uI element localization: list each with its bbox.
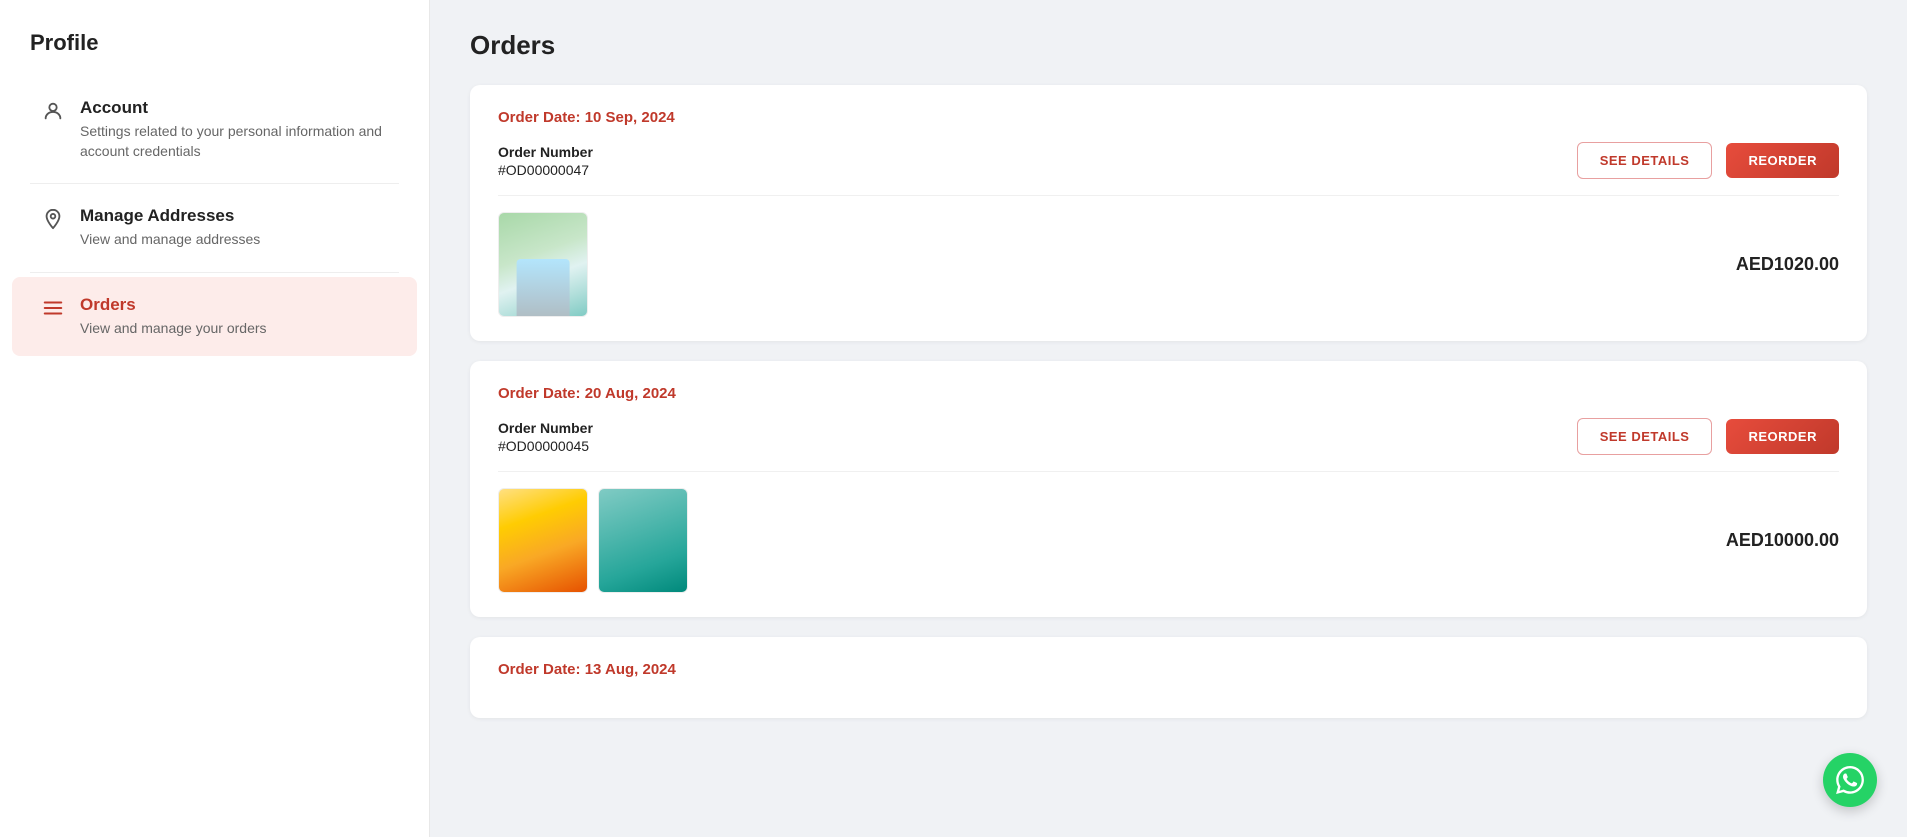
manage-addresses-label: Manage Addresses bbox=[80, 206, 260, 226]
main-content: Orders Order Date: 10 Sep, 2024 Order Nu… bbox=[430, 0, 1907, 837]
whatsapp-icon bbox=[1836, 766, 1864, 794]
reorder-button-2[interactable]: REORDER bbox=[1726, 419, 1839, 454]
order-card-3: Order Date: 13 Aug, 2024 bbox=[470, 637, 1867, 718]
sidebar: Profile Account Settings related to your… bbox=[0, 0, 430, 837]
sidebar-item-orders[interactable]: Orders View and manage your orders bbox=[12, 277, 417, 357]
order-product-image-2a bbox=[498, 488, 588, 593]
order-product-image-2b bbox=[598, 488, 688, 593]
see-details-button-1[interactable]: SEE DETAILS bbox=[1577, 142, 1713, 179]
order-number-label-2: Order Number bbox=[498, 420, 593, 436]
order-total-2: AED10000.00 bbox=[1726, 530, 1839, 551]
order-actions-2: SEE DETAILS REORDER bbox=[1577, 418, 1839, 455]
account-desc: Settings related to your personal inform… bbox=[80, 122, 387, 161]
order-row-2: Order Number #OD00000045 SEE DETAILS REO… bbox=[498, 418, 1839, 455]
order-card-1: Order Date: 10 Sep, 2024 Order Number #O… bbox=[470, 85, 1867, 341]
order-images-2 bbox=[498, 488, 688, 593]
order-date-2: Order Date: 20 Aug, 2024 bbox=[498, 385, 1839, 402]
list-icon bbox=[42, 297, 64, 325]
order-number-value-2: #OD00000045 bbox=[498, 438, 593, 454]
sidebar-item-account[interactable]: Account Settings related to your persona… bbox=[12, 80, 417, 179]
sidebar-item-manage-addresses[interactable]: Manage Addresses View and manage address… bbox=[12, 188, 417, 268]
order-row-1: Order Number #OD00000047 SEE DETAILS REO… bbox=[498, 142, 1839, 179]
order-bottom-row-1: AED1020.00 bbox=[498, 212, 1839, 317]
order-date-1: Order Date: 10 Sep, 2024 bbox=[498, 109, 1839, 126]
order-images-1 bbox=[498, 212, 588, 317]
order-number-label-1: Order Number bbox=[498, 144, 593, 160]
manage-addresses-desc: View and manage addresses bbox=[80, 230, 260, 250]
sidebar-title: Profile bbox=[0, 20, 429, 76]
reorder-button-1[interactable]: REORDER bbox=[1726, 143, 1839, 178]
order-divider-2 bbox=[498, 471, 1839, 472]
order-number-block-1: Order Number #OD00000047 bbox=[498, 144, 593, 178]
order-divider-1 bbox=[498, 195, 1839, 196]
order-card-2: Order Date: 20 Aug, 2024 Order Number #O… bbox=[470, 361, 1867, 617]
order-product-image-1 bbox=[498, 212, 588, 317]
whatsapp-fab[interactable] bbox=[1823, 753, 1877, 807]
orders-desc: View and manage your orders bbox=[80, 319, 267, 339]
see-details-button-2[interactable]: SEE DETAILS bbox=[1577, 418, 1713, 455]
order-number-value-1: #OD00000047 bbox=[498, 162, 593, 178]
order-bottom-row-2: AED10000.00 bbox=[498, 488, 1839, 593]
order-date-3: Order Date: 13 Aug, 2024 bbox=[498, 661, 1839, 678]
order-total-1: AED1020.00 bbox=[1736, 254, 1839, 275]
divider-2 bbox=[30, 272, 399, 273]
location-icon bbox=[42, 208, 64, 236]
page-title: Orders bbox=[470, 30, 1867, 61]
divider-1 bbox=[30, 183, 399, 184]
account-label: Account bbox=[80, 98, 387, 118]
order-number-block-2: Order Number #OD00000045 bbox=[498, 420, 593, 454]
order-actions-1: SEE DETAILS REORDER bbox=[1577, 142, 1839, 179]
orders-label: Orders bbox=[80, 295, 267, 315]
person-icon bbox=[42, 100, 64, 128]
